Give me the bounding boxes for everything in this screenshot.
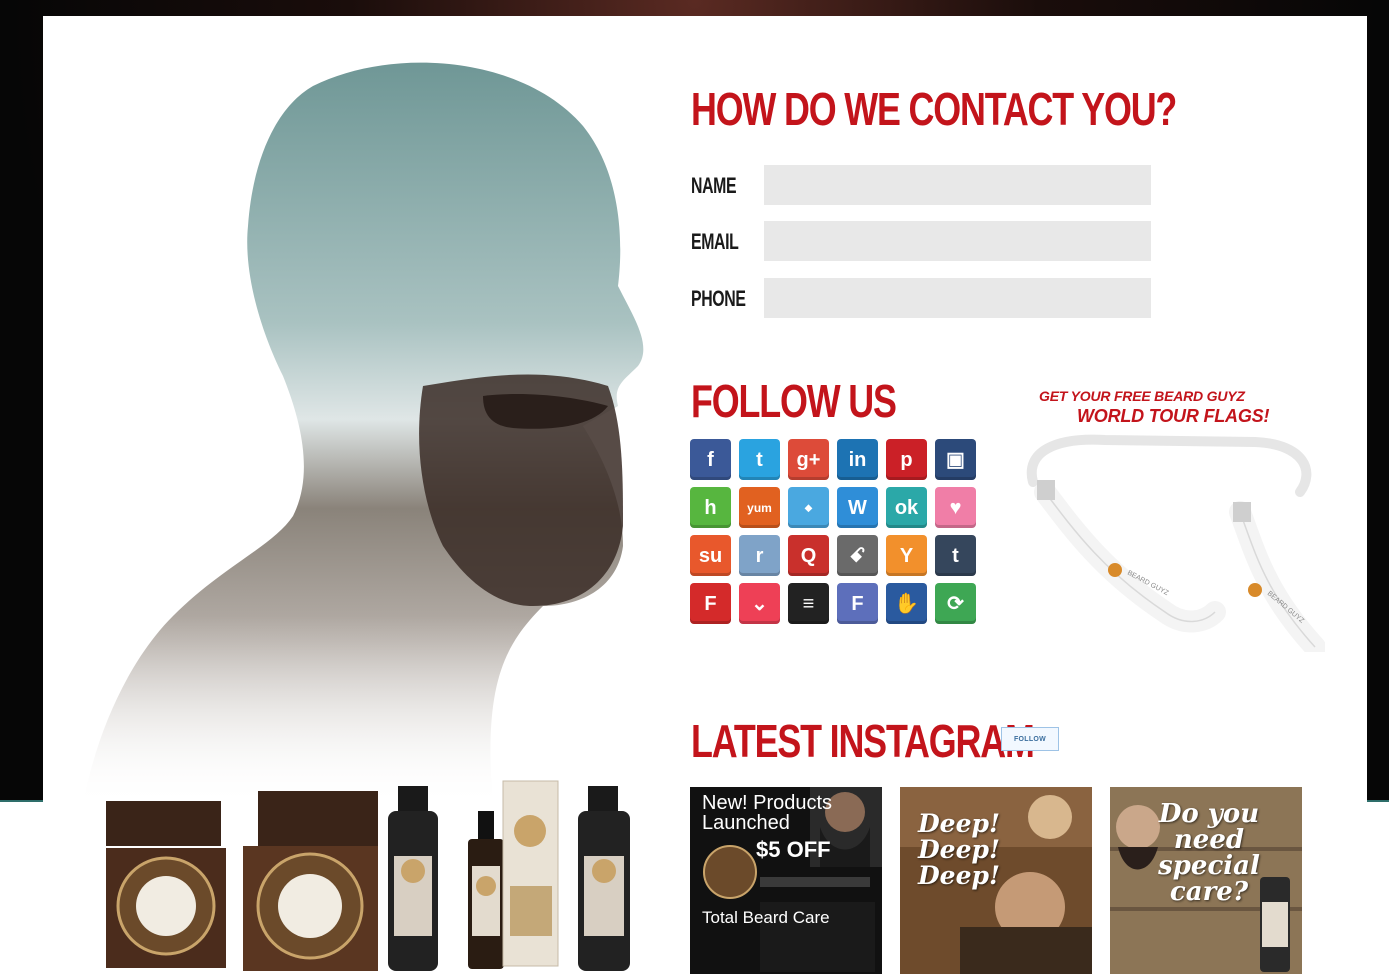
- flipboard-icon[interactable]: F: [690, 583, 731, 624]
- sharethis-icon[interactable]: ⟳: [935, 583, 976, 624]
- delicious-glyph: ▣: [946, 448, 965, 471]
- wanelo-icon[interactable]: W: [837, 487, 878, 528]
- buffer-glyph: ≡: [802, 592, 815, 615]
- google-plus-glyph: g+: [796, 448, 821, 471]
- social-icons-grid: f t g+ in p ▣ h yum ⬩ Wok ♥ su r Q ꗃ Yt F ⌄ ≡ F ✋ ⟳: [690, 439, 990, 639]
- ok-icon[interactable]: ok: [886, 487, 927, 528]
- contact-heading: HOW DO WE CONTACT YOU?: [691, 83, 1177, 135]
- ok-glyph: ok: [894, 496, 919, 519]
- fark-icon[interactable]: F: [837, 583, 878, 624]
- post-1-title: New! Products Launched: [702, 792, 833, 834]
- fark-glyph: F: [851, 592, 864, 615]
- email-row: EMAIL: [691, 221, 1161, 261]
- post-3-title: Do you need special care?: [1158, 799, 1260, 907]
- pocket-glyph: ⌄: [751, 592, 768, 615]
- instagram-post-3[interactable]: Do you need special care?: [1110, 787, 1302, 974]
- blogger-icon[interactable]: ⬩: [788, 487, 829, 528]
- main-card: HOW DO WE CONTACT YOU? NAME EMAIL PHONE …: [43, 16, 1367, 974]
- instagram-post-1[interactable]: New! Products Launched $5 OFF Total Bear…: [690, 787, 882, 974]
- reddit-icon[interactable]: r: [739, 535, 780, 576]
- meetup-icon[interactable]: ✋: [886, 583, 927, 624]
- linkedin-glyph: in: [848, 448, 867, 471]
- quora-icon[interactable]: Q: [788, 535, 829, 576]
- linkedin-icon[interactable]: in: [837, 439, 878, 480]
- blogger-glyph: ⬩: [804, 496, 813, 519]
- promo-line-1: GET YOUR FREE BEARD GUYZ: [1039, 388, 1245, 404]
- twitter-glyph: t: [756, 448, 763, 471]
- flipboard-glyph: F: [704, 592, 717, 615]
- houzz-icon[interactable]: h: [690, 487, 731, 528]
- name-row: NAME: [691, 165, 1161, 205]
- meetup-glyph: ✋: [894, 592, 919, 615]
- name-input[interactable]: [764, 165, 1151, 205]
- myspace-glyph: ꗃ: [849, 544, 866, 567]
- yummly-glyph: yum: [747, 500, 772, 515]
- myspace-icon[interactable]: ꗃ: [837, 535, 878, 576]
- favorite-icon[interactable]: ♥: [935, 487, 976, 528]
- buffer-icon[interactable]: ≡: [788, 583, 829, 624]
- quora-glyph: Q: [800, 544, 817, 567]
- follow-heading: FOLLOW US: [691, 375, 897, 427]
- houzz-glyph: h: [704, 496, 717, 519]
- hero-image: [63, 46, 683, 806]
- instagram-follow-button[interactable]: FOLLOW: [1001, 727, 1059, 751]
- pinterest-icon[interactable]: p: [886, 439, 927, 480]
- name-label: NAME: [691, 173, 737, 198]
- google-plus-icon[interactable]: g+: [788, 439, 829, 480]
- product-lineup: [98, 776, 658, 974]
- ycombinator-icon[interactable]: Y: [886, 535, 927, 576]
- facebook-icon[interactable]: f: [690, 439, 731, 480]
- twitter-icon[interactable]: t: [739, 439, 780, 480]
- stumbleupon-icon[interactable]: su: [690, 535, 731, 576]
- post-2-title: Deep! Deep! Deep!: [918, 809, 1000, 890]
- post-1-tagline: Total Beard Care: [702, 908, 830, 927]
- tumblr-icon[interactable]: t: [935, 535, 976, 576]
- flags-image: BEARD GUYZ BEARD GUYZ: [1026, 434, 1325, 652]
- ycombinator-glyph: Y: [899, 544, 914, 567]
- phone-label: PHONE: [691, 286, 746, 311]
- bearded-man-silhouette: [63, 46, 683, 806]
- email-input[interactable]: [764, 221, 1151, 261]
- favorite-glyph: ♥: [949, 496, 962, 519]
- delicious-icon[interactable]: ▣: [935, 439, 976, 480]
- instagram-post-2[interactable]: Deep! Deep! Deep!: [900, 787, 1092, 974]
- stumbleupon-glyph: su: [698, 544, 723, 567]
- post-1-offer: $5 OFF: [756, 837, 831, 862]
- phone-input[interactable]: [764, 278, 1151, 318]
- tumblr-glyph: t: [952, 544, 959, 567]
- sharethis-glyph: ⟳: [947, 592, 964, 615]
- facebook-glyph: f: [707, 448, 714, 471]
- product-images: [106, 780, 630, 971]
- wanelo-glyph: W: [848, 496, 867, 519]
- pocket-icon[interactable]: ⌄: [739, 583, 780, 624]
- reddit-glyph: r: [755, 544, 764, 567]
- instagram-heading: LATEST INSTAGRAM: [691, 715, 1035, 767]
- email-label: EMAIL: [691, 229, 739, 254]
- yummly-icon[interactable]: yum: [739, 487, 780, 528]
- pinterest-glyph: p: [900, 448, 913, 471]
- flags-promo[interactable]: GET YOUR FREE BEARD GUYZ WORLD TOUR FLAG…: [1015, 382, 1325, 652]
- phone-row: PHONE: [691, 278, 1161, 318]
